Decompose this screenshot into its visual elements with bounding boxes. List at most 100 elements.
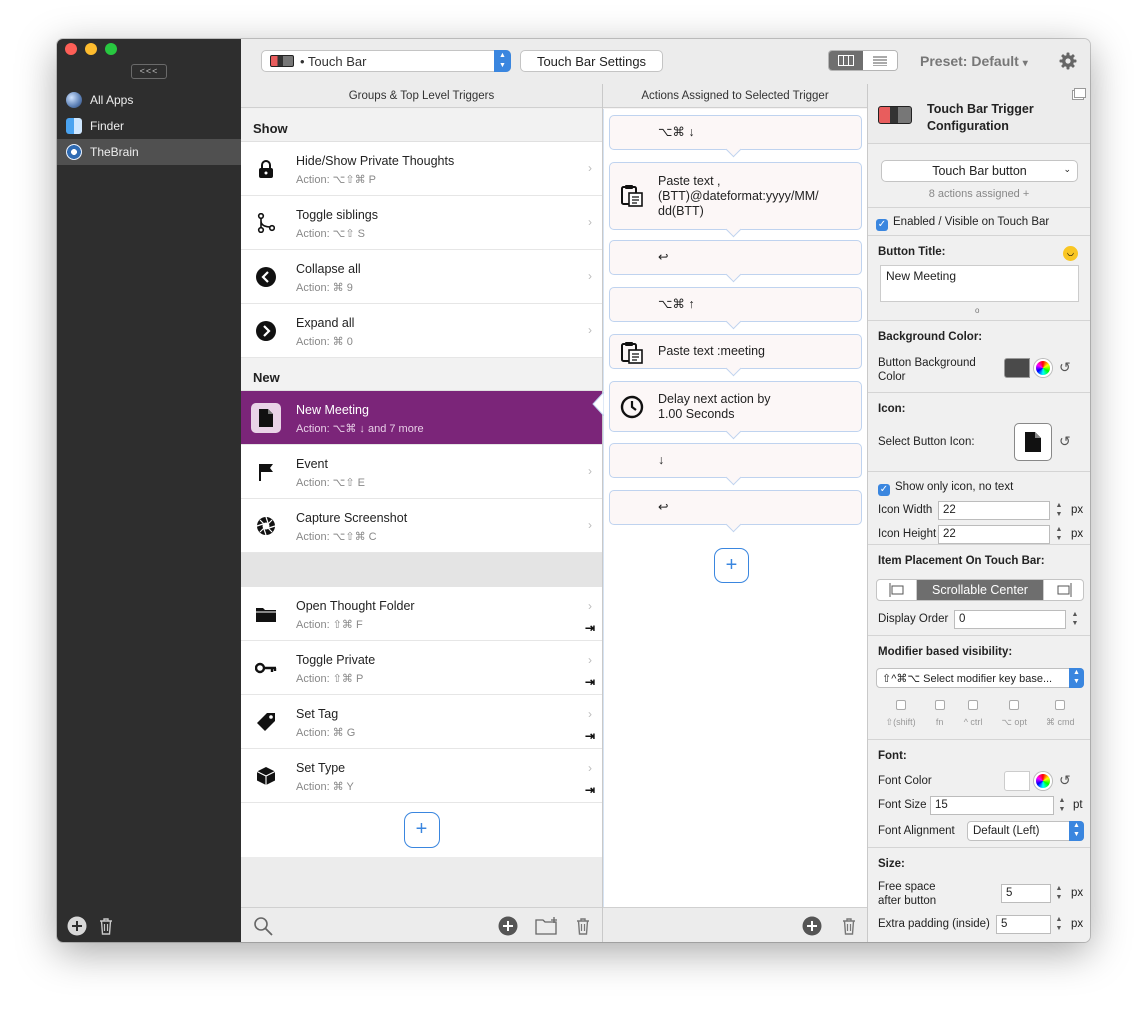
font-align-select[interactable]: Default (Left) ▲ ▼ — [967, 821, 1084, 841]
icon-width-stepper[interactable]: ▲ ▼ — [1054, 501, 1064, 520]
chevron-right-icon: › — [588, 323, 592, 337]
modifier-label: ⌥ opt — [1001, 717, 1027, 727]
trigger-row[interactable]: Expand all Action: ⌘ 0 › — [241, 304, 602, 358]
modifier-shift-checkbox[interactable]: ⇧(shift) — [886, 697, 916, 728]
action-item[interactable]: Paste text , (BTT)@dateformat:yyyy/MM/ d… — [609, 162, 862, 230]
show-only-icon-checkbox[interactable]: ✓ Show only icon, no text — [878, 481, 1013, 496]
trigger-row[interactable]: Capture Screenshot Action: ⌥⇧⌘ C › — [241, 499, 602, 553]
search-icon[interactable] — [253, 916, 273, 936]
action-item[interactable]: ⌥⌘ ↑ — [609, 287, 862, 322]
modifier-ctrl-checkbox[interactable]: ^ ctrl — [964, 697, 982, 728]
app-item-all-apps[interactable]: All Apps — [57, 87, 241, 113]
add-action-icon[interactable] — [802, 916, 822, 936]
collapse-sidebar-button[interactable]: <<< — [131, 64, 167, 79]
button-title-label: Button Title: — [878, 246, 946, 258]
trigger-row[interactable]: Open Thought Folder Action: ⇧⌘ F › ⇥ — [241, 587, 602, 641]
placement-right-button[interactable] — [1043, 580, 1083, 600]
pass-through-icon: ⇥ — [584, 621, 595, 635]
app-item-finder[interactable]: Finder — [57, 113, 241, 139]
reset-icon[interactable]: ↺ — [1059, 433, 1071, 450]
unit-label: px — [1071, 887, 1084, 899]
icon-height-input[interactable]: 22 — [938, 525, 1050, 544]
list-view-button[interactable] — [863, 51, 897, 70]
trash-icon[interactable] — [574, 916, 592, 936]
enabled-section: ✓ Enabled / Visible on Touch Bar — [868, 208, 1090, 236]
minimize-window-button[interactable] — [85, 43, 97, 55]
trigger-row[interactable]: Set Tag Action: ⌘ G › ⇥ — [241, 695, 602, 749]
free-space-input[interactable]: 5 — [1001, 884, 1051, 903]
app-item-label: TheBrain — [90, 145, 139, 159]
trigger-action: Action: ⇧⌘ F — [296, 619, 363, 631]
trigger-row[interactable]: Event Action: ⌥⇧ E › — [241, 445, 602, 499]
add-app-icon[interactable] — [67, 916, 87, 936]
display-order-stepper[interactable]: ▲ ▼ — [1070, 610, 1080, 629]
detach-window-icon[interactable] — [1072, 88, 1086, 100]
add-trigger-icon[interactable] — [498, 916, 518, 936]
pass-through-icon: ⇥ — [584, 729, 595, 743]
clipboard-icon — [621, 185, 643, 207]
trash-icon[interactable] — [840, 916, 858, 936]
preset-menu[interactable]: Preset: Default ▾ — [920, 53, 1028, 69]
icon-height-stepper[interactable]: ▲ ▼ — [1054, 525, 1064, 544]
modifier-fn-checkbox[interactable]: fn — [934, 697, 945, 728]
action-item[interactable]: Paste text :meeting — [609, 334, 862, 369]
reset-icon[interactable]: ↺ — [1059, 359, 1071, 376]
action-item[interactable]: ⌥⌘ ↓ — [609, 115, 862, 150]
trigger-row[interactable]: Toggle siblings Action: ⌥⇧ S › — [241, 196, 602, 250]
modifier-cmd-checkbox[interactable]: ⌘ cmd — [1046, 697, 1074, 728]
modifier-opt-checkbox[interactable]: ⌥ opt — [1002, 697, 1027, 728]
font-color-swatch[interactable] — [1004, 771, 1030, 791]
trigger-row[interactable]: Toggle Private Action: ⇧⌘ P › ⇥ — [241, 641, 602, 695]
enabled-checkbox[interactable]: ✓ Enabled / Visible on Touch Bar — [876, 216, 1082, 231]
select-icon-button[interactable] — [1014, 423, 1052, 461]
gear-icon[interactable] — [1059, 52, 1077, 70]
add-folder-icon[interactable] — [535, 916, 559, 936]
reset-icon[interactable]: ↺ — [1059, 772, 1071, 789]
free-space-stepper[interactable]: ▲ ▼ — [1054, 884, 1064, 903]
extra-padding-input[interactable]: 5 — [996, 915, 1051, 934]
placement-center-button[interactable]: Scrollable Center — [917, 580, 1043, 600]
lock-icon — [251, 154, 281, 184]
action-item[interactable]: Delay next action by 1.00 Seconds — [609, 381, 862, 432]
color-wheel-icon[interactable] — [1034, 359, 1052, 377]
device-select[interactable]: • Touch Bar ▲ ▼ — [261, 50, 511, 72]
trigger-action: Action: ⌥⇧⌘ P — [296, 174, 376, 186]
app-item-thebrain[interactable]: TheBrain — [57, 139, 241, 165]
icon-width-input[interactable]: 22 — [938, 501, 1050, 520]
add-trigger-button[interactable]: + — [403, 812, 440, 848]
emoji-picker-icon[interactable]: ◡ — [1063, 246, 1078, 261]
font-size-stepper[interactable]: ▲ ▼ — [1057, 796, 1067, 815]
font-size-input[interactable]: 15 — [930, 796, 1054, 815]
action-item[interactable]: ↓ — [609, 443, 862, 478]
action-text: Delay next action by 1.00 Seconds — [658, 391, 771, 421]
trigger-row[interactable]: Hide/Show Private Thoughts Action: ⌥⇧⌘ P… — [241, 142, 602, 196]
color-wheel-icon[interactable] — [1034, 772, 1052, 790]
add-action-button[interactable]: + — [714, 548, 749, 583]
trigger-row[interactable]: Set Type Action: ⌘ Y › ⇥ — [241, 749, 602, 803]
action-text: ↓ — [658, 453, 665, 467]
action-item[interactable]: ↩ — [609, 240, 862, 275]
trigger-row[interactable]: Collapse all Action: ⌘ 9 › — [241, 250, 602, 304]
aperture-icon — [251, 511, 281, 541]
modifier-select[interactable]: ⇧^⌘⌥ Select modifier key base... ▲ ▼ — [876, 668, 1084, 688]
config-header: Touch Bar Trigger Configuration — [868, 84, 1090, 144]
trash-icon[interactable] — [97, 916, 115, 936]
unit-label: px — [1071, 504, 1084, 516]
resize-handle-icon[interactable]: o — [975, 306, 979, 315]
action-item[interactable]: ↩ — [609, 490, 862, 525]
placement-left-button[interactable] — [877, 580, 917, 600]
trigger-row-selected[interactable]: New Meeting Action: ⌥⌘ ↓ and 7 more — [241, 391, 602, 445]
extra-padding-stepper[interactable]: ▲ ▼ — [1054, 915, 1064, 934]
bg-color-swatch[interactable] — [1004, 358, 1030, 378]
column-view-button[interactable] — [829, 51, 863, 70]
select-arrows-icon: ▲ ▼ — [494, 50, 511, 72]
display-order-input[interactable]: 0 — [954, 610, 1066, 629]
checkmark-icon: ✓ — [876, 219, 888, 231]
zoom-window-button[interactable] — [105, 43, 117, 55]
extra-padding-label: Extra padding (inside) — [878, 918, 990, 930]
modifier-checkboxes: ⇧(shift) fn ^ ctrl ⌥ opt ⌘ cmd — [876, 697, 1084, 728]
button-title-input[interactable]: New Meeting — [880, 265, 1079, 302]
touch-bar-settings-button[interactable]: Touch Bar Settings — [520, 50, 663, 72]
trigger-type-select[interactable]: Touch Bar button ⌄ — [881, 160, 1078, 182]
close-window-button[interactable] — [65, 43, 77, 55]
